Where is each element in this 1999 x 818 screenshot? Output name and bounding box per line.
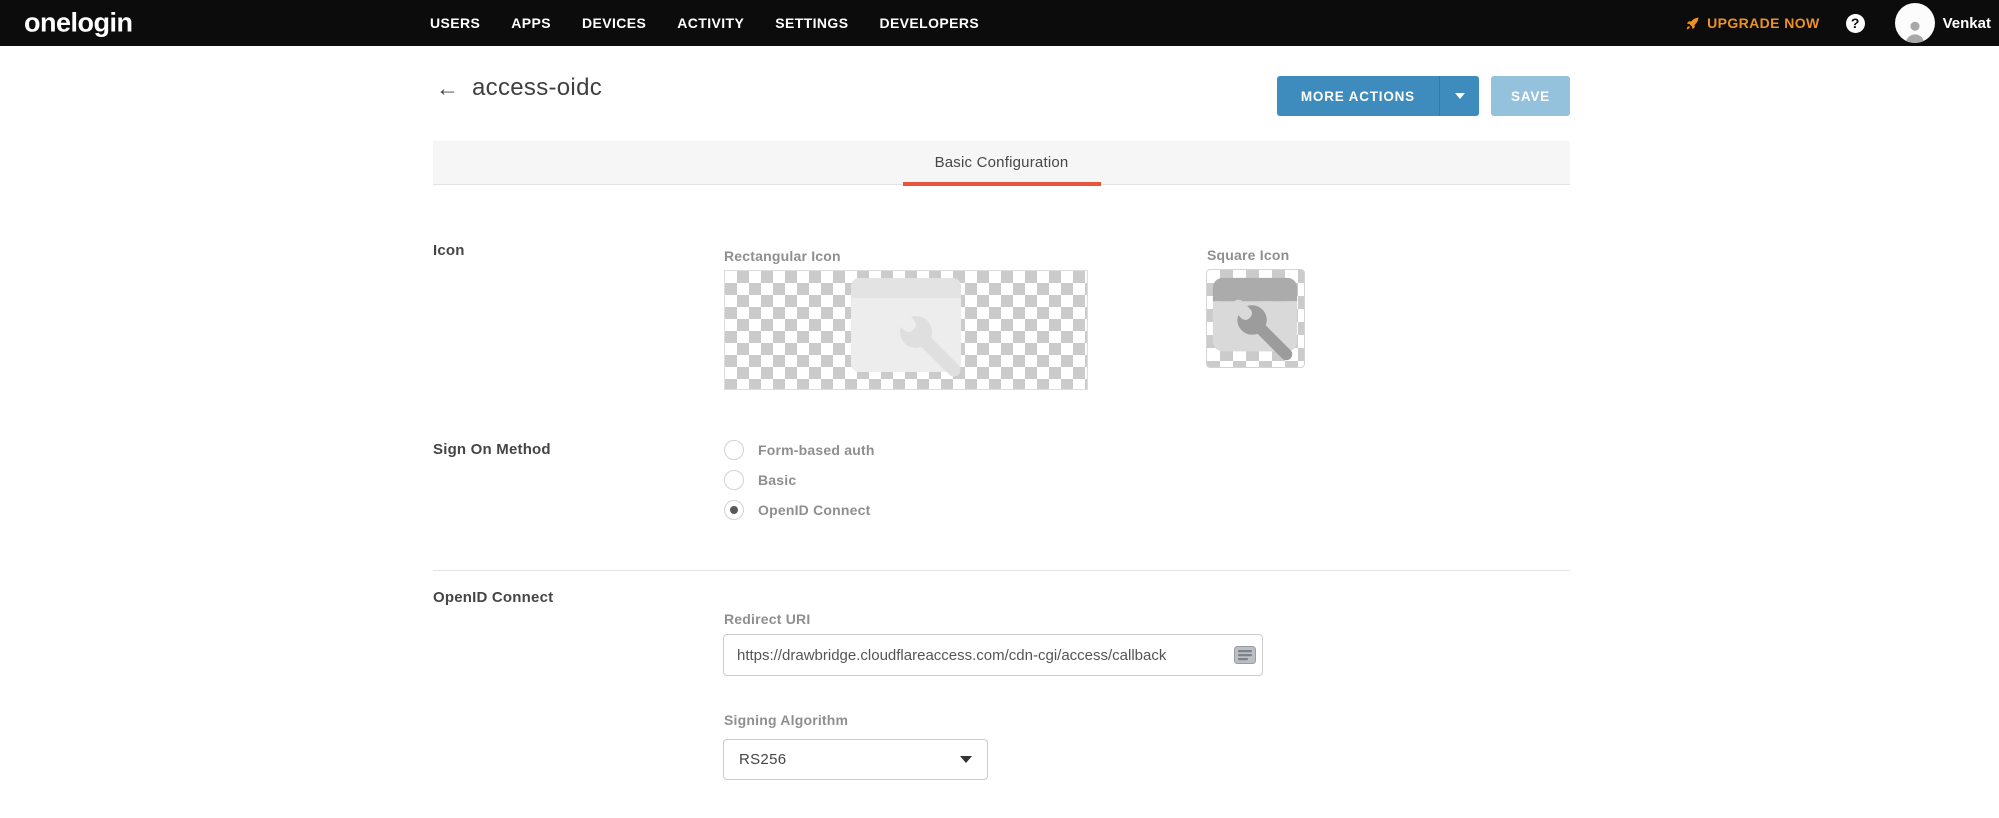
navbar-right-group: UPGRADE NOW ? Venkat [1685,0,1991,46]
onelogin-logo[interactable]: onelogin [24,8,133,39]
help-icon[interactable]: ? [1845,13,1865,33]
redirect-uri-input[interactable] [723,634,1263,676]
signing-algorithm-label: Signing Algorithm [724,712,849,728]
upgrade-now-label: UPGRADE NOW [1707,15,1820,31]
rocket-icon [1685,16,1700,31]
autofill-list-icon[interactable] [1234,646,1256,664]
nav-item-developers[interactable]: DEVELOPERS [879,15,979,31]
more-actions-button[interactable]: MORE ACTIONS [1276,76,1479,116]
rectangular-icon-upload[interactable] [724,270,1088,390]
page: onelogin USERS APPS DEVICES ACTIVITY SET… [0,0,1999,818]
nav-item-activity[interactable]: ACTIVITY [677,15,744,31]
save-button[interactable]: SAVE [1491,76,1570,116]
signing-algorithm-select[interactable]: RS256 [723,739,988,780]
radio-form-based-auth[interactable]: Form-based auth [724,440,875,460]
upgrade-now-button[interactable]: UPGRADE NOW [1685,15,1820,31]
nav-item-users[interactable]: USERS [430,15,480,31]
top-navbar: onelogin USERS APPS DEVICES ACTIVITY SET… [0,0,1999,46]
more-actions-dropdown-toggle[interactable] [1439,76,1479,116]
square-icon-label: Square Icon [1207,247,1290,263]
page-title: access-oidc [472,74,603,101]
square-icon-upload[interactable] [1206,269,1305,368]
user-name[interactable]: Venkat [1943,15,1991,32]
chevron-down-icon [1454,93,1465,99]
radio-label: Basic [758,472,797,488]
signing-algorithm-value: RS256 [739,751,787,768]
back-arrow-icon[interactable]: ← [436,76,459,100]
user-avatar[interactable] [1894,3,1935,43]
more-actions-label: MORE ACTIONS [1300,88,1415,104]
title-wrap: ← access-oidc [436,74,602,102]
app-placeholder-icon [1207,270,1304,367]
radio-openid-connect[interactable]: OpenID Connect [724,500,870,520]
tab-bar: Basic Configuration [433,141,1570,185]
radio-circle-icon [724,470,744,490]
sign-on-method-label: Sign On Method [433,441,551,458]
section-divider [433,570,1570,571]
radio-label: OpenID Connect [758,502,871,518]
openid-connect-section-label: OpenID Connect [433,589,554,606]
main-nav-menu: USERS APPS DEVICES ACTIVITY SETTINGS DEV… [430,0,979,46]
app-placeholder-icon [830,275,982,385]
page-header: ← access-oidc MORE ACTIONS SAVE [433,60,1570,116]
nav-item-settings[interactable]: SETTINGS [775,15,848,31]
icon-section-label: Icon [433,242,465,259]
select-caret-icon [960,756,972,763]
radio-label: Form-based auth [758,442,875,458]
radio-circle-icon-selected [724,500,744,520]
person-icon [1902,17,1928,43]
nav-item-apps[interactable]: APPS [511,15,551,31]
redirect-uri-field-wrap [723,634,1263,676]
radio-circle-icon [724,440,744,460]
tab-basic-configuration[interactable]: Basic Configuration [935,141,1069,185]
redirect-uri-label: Redirect URI [724,611,811,627]
nav-item-devices[interactable]: DEVICES [582,15,646,31]
radio-basic[interactable]: Basic [724,470,796,490]
header-buttons: MORE ACTIONS SAVE [1276,76,1570,116]
rectangular-icon-label: Rectangular Icon [724,248,841,264]
